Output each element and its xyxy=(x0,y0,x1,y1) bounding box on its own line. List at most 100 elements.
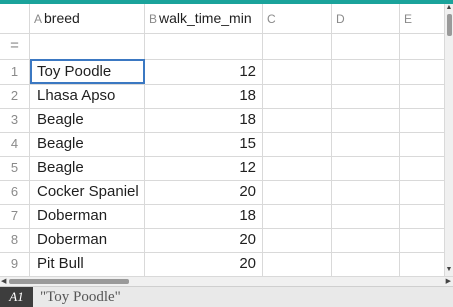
column-header-b[interactable]: Bwalk_time_min xyxy=(145,4,263,33)
scroll-left-icon[interactable]: ◀ xyxy=(1,277,6,286)
cell-empty[interactable] xyxy=(400,84,444,108)
cell-breed[interactable]: Cocker Spaniel xyxy=(30,180,145,204)
formula-row: = xyxy=(0,33,444,60)
cell-walk-time[interactable]: 18 xyxy=(145,204,263,228)
cell-number: 15 xyxy=(239,135,256,152)
column-letter: E xyxy=(404,12,413,26)
cell-text: Beagle xyxy=(37,159,84,176)
cell-number: 18 xyxy=(239,111,256,128)
cell-empty[interactable] xyxy=(332,204,400,228)
cell-text: Pit Bull xyxy=(37,255,84,272)
formula-row-marker: = xyxy=(0,33,30,59)
column-header-c[interactable]: C xyxy=(263,4,332,33)
cell-empty[interactable] xyxy=(263,132,332,156)
formula-cell-d[interactable] xyxy=(332,33,400,59)
cell-status-bar: A1 "Toy Poodle" xyxy=(0,286,453,307)
cell-empty[interactable] xyxy=(263,252,332,276)
cell-breed[interactable]: Pit Bull xyxy=(30,252,145,276)
table-row: 1 Toy Poodle 12 xyxy=(0,59,444,85)
cell-empty[interactable] xyxy=(400,180,444,204)
table-row: 8 Doberman 20 xyxy=(0,228,444,253)
cell-empty[interactable] xyxy=(263,228,332,252)
cell-empty[interactable] xyxy=(263,204,332,228)
column-letter: D xyxy=(336,12,345,26)
cell-empty[interactable] xyxy=(332,108,400,132)
cell-walk-time[interactable]: 12 xyxy=(145,59,263,84)
table-row: 3 Beagle 18 xyxy=(0,108,444,133)
cell-empty[interactable] xyxy=(400,228,444,252)
cell-breed[interactable]: Lhasa Apso xyxy=(30,84,145,108)
column-header-row: Abreed Bwalk_time_min C D E xyxy=(0,4,444,34)
cell-value-display[interactable]: "Toy Poodle" xyxy=(40,287,121,307)
row-number[interactable]: 3 xyxy=(0,108,30,132)
cell-walk-time[interactable]: 15 xyxy=(145,132,263,156)
cell-empty[interactable] xyxy=(400,108,444,132)
horizontal-scrollbar[interactable]: ◀ ▶ xyxy=(0,276,453,286)
row-number[interactable]: 7 xyxy=(0,204,30,228)
scroll-down-icon[interactable]: ▼ xyxy=(445,266,453,274)
cell-empty[interactable] xyxy=(332,180,400,204)
cell-text: Lhasa Apso xyxy=(37,87,116,104)
cell-breed[interactable]: Doberman xyxy=(30,228,145,252)
cell-breed[interactable]: Doberman xyxy=(30,204,145,228)
cell-empty[interactable] xyxy=(400,132,444,156)
cell-walk-time[interactable]: 20 xyxy=(145,252,263,276)
formula-cell-b[interactable] xyxy=(145,33,263,59)
cell-walk-time[interactable]: 18 xyxy=(145,84,263,108)
cell-empty[interactable] xyxy=(332,228,400,252)
cell-empty[interactable] xyxy=(400,252,444,276)
formula-cell-c[interactable] xyxy=(263,33,332,59)
horizontal-scroll-thumb[interactable] xyxy=(9,279,129,284)
table-row: 5 Beagle 12 xyxy=(0,156,444,181)
cell-walk-time[interactable]: 20 xyxy=(145,180,263,204)
cell-walk-time[interactable]: 18 xyxy=(145,108,263,132)
column-header-d[interactable]: D xyxy=(332,4,400,33)
cell-empty[interactable] xyxy=(332,132,400,156)
cell-breed[interactable]: Beagle xyxy=(30,156,145,180)
cell-text: Beagle xyxy=(37,111,84,128)
row-number[interactable]: 5 xyxy=(0,156,30,180)
scroll-up-icon[interactable]: ▲ xyxy=(445,4,453,12)
row-number[interactable]: 8 xyxy=(0,228,30,252)
cell-breed[interactable]: Toy Poodle xyxy=(30,59,145,84)
table-row: 9 Pit Bull 20 xyxy=(0,252,444,276)
spreadsheet-grid: Abreed Bwalk_time_min C D E = 1 Toy Pood… xyxy=(0,4,444,276)
cell-number: 20 xyxy=(239,231,256,248)
cell-walk-time[interactable]: 12 xyxy=(145,156,263,180)
vertical-scrollbar[interactable]: ▲ ▼ xyxy=(444,4,453,276)
cell-empty[interactable] xyxy=(263,180,332,204)
column-letter: A xyxy=(34,12,43,26)
row-number[interactable]: 1 xyxy=(0,59,30,84)
cell-empty[interactable] xyxy=(332,84,400,108)
cell-empty[interactable] xyxy=(332,252,400,276)
cell-number: 18 xyxy=(239,207,256,224)
cell-empty[interactable] xyxy=(263,108,332,132)
row-number[interactable]: 6 xyxy=(0,180,30,204)
row-number[interactable]: 2 xyxy=(0,84,30,108)
cell-empty[interactable] xyxy=(263,156,332,180)
row-number[interactable]: 9 xyxy=(0,252,30,276)
cell-number: 12 xyxy=(239,159,256,176)
cell-breed[interactable]: Beagle xyxy=(30,108,145,132)
cell-empty[interactable] xyxy=(332,59,400,84)
cell-reference: A1 xyxy=(0,287,33,307)
cell-text: Doberman xyxy=(37,207,108,224)
cell-empty[interactable] xyxy=(400,59,444,84)
cell-breed[interactable]: Beagle xyxy=(30,132,145,156)
cell-text: Toy Poodle xyxy=(37,63,112,80)
row-number[interactable]: 4 xyxy=(0,132,30,156)
column-letter: C xyxy=(267,12,276,26)
cell-empty[interactable] xyxy=(400,156,444,180)
cell-empty[interactable] xyxy=(400,204,444,228)
cell-empty[interactable] xyxy=(263,84,332,108)
scroll-right-icon[interactable]: ▶ xyxy=(446,277,451,286)
formula-cell-e[interactable] xyxy=(400,33,444,59)
corner-cell[interactable] xyxy=(0,4,30,33)
cell-empty[interactable] xyxy=(263,59,332,84)
formula-cell-a[interactable] xyxy=(30,33,145,59)
vertical-scroll-thumb[interactable] xyxy=(447,14,452,36)
column-header-e[interactable]: E xyxy=(400,4,444,33)
cell-empty[interactable] xyxy=(332,156,400,180)
cell-walk-time[interactable]: 20 xyxy=(145,228,263,252)
column-header-a[interactable]: Abreed xyxy=(30,4,145,33)
